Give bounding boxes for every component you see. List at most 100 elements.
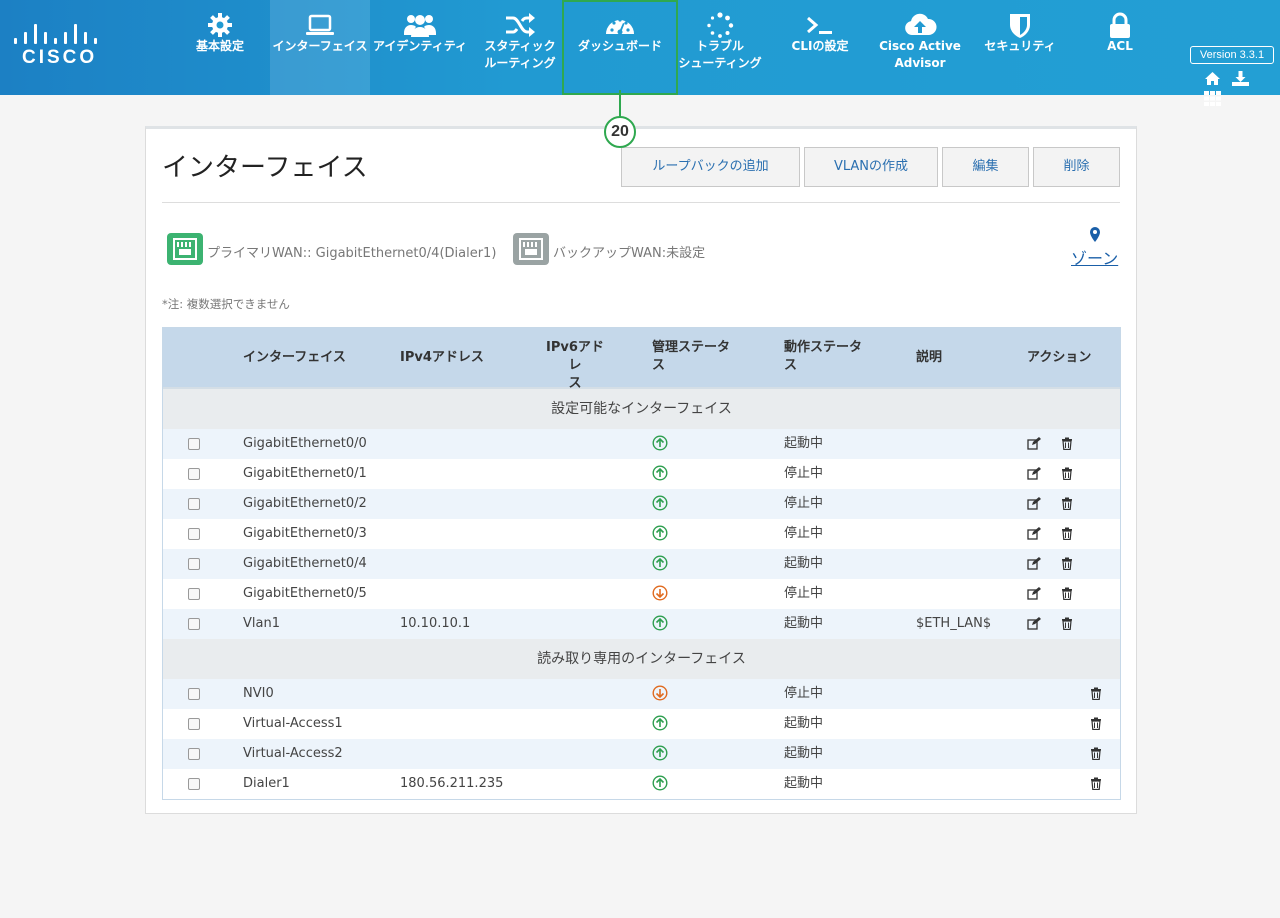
home-icon[interactable] bbox=[1204, 71, 1221, 90]
trash-icon[interactable] bbox=[1090, 777, 1102, 794]
oper-status: 起動中 bbox=[784, 436, 824, 451]
nav-security[interactable]: セキュリティ bbox=[978, 0, 1062, 95]
table-row[interactable]: Virtual-Access2 起動中 bbox=[163, 739, 1120, 769]
trash-icon[interactable] bbox=[1061, 557, 1073, 574]
zone-link[interactable]: ゾーン bbox=[1071, 245, 1118, 269]
table-row[interactable]: Dialer1 180.56.211.235 起動中 bbox=[163, 769, 1120, 799]
nav-interface[interactable]: インターフェイス bbox=[270, 0, 370, 95]
edit-icon[interactable] bbox=[1027, 437, 1041, 454]
table-row[interactable]: NVI0 停止中 bbox=[163, 679, 1120, 709]
trash-icon[interactable] bbox=[1061, 527, 1073, 544]
row-checkbox[interactable] bbox=[188, 718, 200, 730]
row-checkbox[interactable] bbox=[188, 528, 200, 540]
header-action: アクション bbox=[1027, 350, 1092, 365]
cisco-logo-bars-icon bbox=[14, 20, 98, 44]
readonly-rows: NVI0 停止中 Virtual-Access1 起動中 Virtual-Access2… bbox=[163, 679, 1120, 799]
oper-status: 停止中 bbox=[784, 496, 824, 511]
configurable-rows: GigabitEthernet0/0 起動中 GigabitEthernet0/1 停… bbox=[163, 429, 1120, 639]
status-down-arrow-icon bbox=[652, 585, 668, 605]
trash-icon[interactable] bbox=[1061, 467, 1073, 484]
primary-wan-label: プライマリWAN:: GigabitEthernet0/4(Dialer1) bbox=[207, 246, 497, 261]
nav-label: ACL bbox=[1107, 39, 1133, 53]
nav-label: アイデンティティ bbox=[373, 39, 467, 53]
header-interface[interactable]: インターフェイス bbox=[243, 349, 346, 367]
oper-status: 停止中 bbox=[784, 586, 824, 601]
trash-icon[interactable] bbox=[1061, 437, 1073, 454]
grid-icon[interactable] bbox=[1204, 91, 1221, 110]
nav-troubleshooting[interactable]: トラブル シューティング bbox=[678, 0, 762, 95]
table-row[interactable]: GigabitEthernet0/1 停止中 bbox=[163, 459, 1120, 489]
header-ipv4[interactable]: IPv4アドレス bbox=[400, 349, 484, 367]
cisco-logo-text: CISCO bbox=[22, 47, 98, 68]
edit-button[interactable]: 編集 bbox=[942, 147, 1029, 187]
header-description[interactable]: 説明 bbox=[916, 349, 942, 367]
trash-icon[interactable] bbox=[1061, 617, 1073, 634]
table-row[interactable]: GigabitEthernet0/4 起動中 bbox=[163, 549, 1120, 579]
trash-icon[interactable] bbox=[1090, 717, 1102, 734]
version-badge: Version 3.3.1 bbox=[1190, 46, 1274, 64]
header-oper-status[interactable]: 動作ステータ ス bbox=[784, 339, 884, 375]
row-checkbox[interactable] bbox=[188, 438, 200, 450]
header-admin-status[interactable]: 管理ステータ ス bbox=[652, 339, 752, 375]
row-checkbox[interactable] bbox=[188, 618, 200, 630]
row-checkbox[interactable] bbox=[188, 558, 200, 570]
status-up-arrow-icon bbox=[652, 745, 668, 765]
interface-name: GigabitEthernet0/1 bbox=[243, 466, 367, 481]
oper-status: 起動中 bbox=[784, 556, 824, 571]
edit-icon[interactable] bbox=[1027, 527, 1041, 544]
trash-icon[interactable] bbox=[1090, 687, 1102, 704]
title-divider bbox=[162, 202, 1120, 203]
backup-wan-ethernet-icon bbox=[513, 233, 549, 265]
nav-cisco-active-advisor[interactable]: Cisco Active Advisor bbox=[870, 0, 970, 95]
header-ipv6[interactable]: IPv6アドレ ス bbox=[540, 339, 610, 393]
table-row[interactable]: Virtual-Access1 起動中 bbox=[163, 709, 1120, 739]
shield-icon bbox=[978, 0, 1062, 38]
nav-basic-settings[interactable]: 基本設定 bbox=[192, 0, 248, 95]
table-row[interactable]: GigabitEthernet0/0 起動中 bbox=[163, 429, 1120, 459]
callout-connector bbox=[619, 90, 621, 118]
trash-icon[interactable] bbox=[1061, 497, 1073, 514]
oper-status: 起動中 bbox=[784, 776, 824, 791]
cloud-upload-icon bbox=[870, 0, 970, 35]
row-checkbox[interactable] bbox=[188, 688, 200, 700]
status-up-arrow-icon bbox=[652, 495, 668, 515]
edit-icon[interactable] bbox=[1027, 467, 1041, 484]
table-row[interactable]: Vlan1 10.10.10.1 起動中 $ETH_LAN$ bbox=[163, 609, 1120, 639]
row-checkbox[interactable] bbox=[188, 468, 200, 480]
interface-name: GigabitEthernet0/0 bbox=[243, 436, 367, 451]
trash-icon[interactable] bbox=[1061, 587, 1073, 604]
edit-icon[interactable] bbox=[1027, 617, 1041, 634]
interface-name: GigabitEthernet0/3 bbox=[243, 526, 367, 541]
delete-button[interactable]: 削除 bbox=[1033, 147, 1120, 187]
lock-icon bbox=[1088, 0, 1152, 38]
nav-static-routing[interactable]: スタティック ルーティング bbox=[478, 0, 562, 95]
row-checkbox[interactable] bbox=[188, 498, 200, 510]
status-down-arrow-icon bbox=[652, 685, 668, 705]
edit-icon[interactable] bbox=[1027, 587, 1041, 604]
users-icon bbox=[370, 0, 470, 37]
nav-identity[interactable]: アイデンティティ bbox=[370, 0, 470, 95]
add-loopback-button[interactable]: ループバックの追加 bbox=[621, 147, 800, 187]
edit-icon[interactable] bbox=[1027, 497, 1041, 514]
row-checkbox[interactable] bbox=[188, 588, 200, 600]
nav-label: インターフェイス bbox=[272, 39, 368, 53]
trash-icon[interactable] bbox=[1090, 747, 1102, 764]
nav-acl[interactable]: ACL bbox=[1088, 0, 1152, 95]
table-row[interactable]: GigabitEthernet0/2 停止中 bbox=[163, 489, 1120, 519]
cisco-logo[interactable]: CISCO bbox=[14, 20, 98, 70]
row-checkbox[interactable] bbox=[188, 778, 200, 790]
table-row[interactable]: GigabitEthernet0/5 停止中 bbox=[163, 579, 1120, 609]
oper-status: 起動中 bbox=[784, 616, 824, 631]
interface-name: NVI0 bbox=[243, 686, 274, 701]
row-checkbox[interactable] bbox=[188, 748, 200, 760]
status-up-arrow-icon bbox=[652, 435, 668, 455]
nav-label: ダッシュボード bbox=[577, 39, 662, 53]
utility-icons bbox=[1204, 70, 1280, 106]
table-row[interactable]: GigabitEthernet0/3 停止中 bbox=[163, 519, 1120, 549]
create-vlan-button[interactable]: VLANの作成 bbox=[804, 147, 938, 187]
page-title: インターフェイス bbox=[162, 153, 368, 183]
nav-cli-settings[interactable]: CLIの設定 bbox=[778, 0, 862, 95]
edit-icon[interactable] bbox=[1027, 557, 1041, 574]
download-icon[interactable] bbox=[1232, 71, 1250, 90]
nav-dashboard[interactable]: ダッシュボード bbox=[562, 0, 678, 95]
